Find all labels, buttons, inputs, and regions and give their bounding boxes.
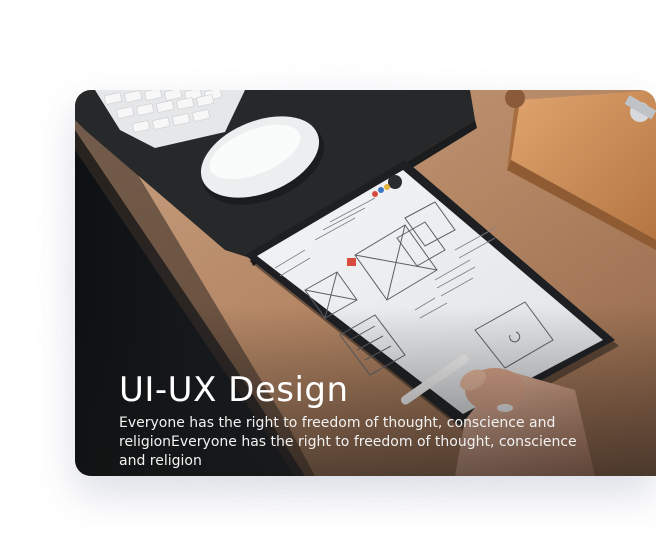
card-caption: UI-UX Design Everyone has the right to f… [119,370,589,471]
page: UI-UX Design Everyone has the right to f… [0,0,656,541]
card-title: UI-UX Design [119,370,349,410]
card-description: Everyone has the right to freedom of tho… [119,415,577,469]
design-card[interactable]: UI-UX Design Everyone has the right to f… [75,90,656,476]
